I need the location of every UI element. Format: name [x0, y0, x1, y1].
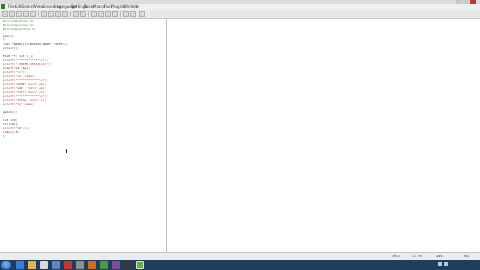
status-length: 2814 [392, 254, 400, 258]
code-line: getch(); [3, 110, 18, 114]
copy-icon[interactable] [55, 11, 61, 17]
paste-icon[interactable] [62, 11, 68, 17]
taskbar [0, 260, 480, 270]
internet-explorer-icon[interactable] [16, 261, 24, 269]
toolbar [0, 10, 480, 19]
toolbar-separator [70, 11, 71, 17]
file-explorer-icon[interactable] [28, 261, 36, 269]
app-icon[interactable] [88, 261, 96, 269]
show-all-chars-icon[interactable] [130, 11, 136, 17]
app-icon[interactable] [52, 261, 60, 269]
word-wrap-icon[interactable] [123, 11, 129, 17]
app-icon[interactable] [76, 261, 84, 269]
editor-pane-left[interactable]: #include<stdio.h> #include<conio.h> #inc… [0, 19, 167, 252]
code-line: { [3, 37, 5, 41]
network-icon[interactable] [438, 262, 442, 266]
undo-icon[interactable] [73, 11, 79, 17]
app-icon[interactable] [124, 261, 132, 269]
volume-icon[interactable] [444, 262, 448, 266]
code-line: return 0; [3, 130, 20, 134]
editor-pane-right[interactable] [167, 19, 480, 252]
new-file-icon[interactable] [2, 11, 8, 17]
app-icon [1, 4, 5, 9]
print-icon[interactable] [41, 11, 47, 17]
status-bar: 2814 Ln : 35 ANSI INS [0, 252, 480, 260]
media-player-icon[interactable] [40, 261, 48, 269]
status-encoding: ANSI [436, 254, 444, 258]
record-macro-icon[interactable] [139, 11, 145, 17]
status-mode: INS [464, 254, 470, 258]
toolbar-separator [120, 11, 121, 17]
app-icon[interactable] [100, 261, 108, 269]
replace-icon[interactable] [98, 11, 104, 17]
start-button[interactable] [1, 261, 11, 269]
code-line: printf("%s",name); [3, 102, 36, 106]
cut-icon[interactable] [48, 11, 54, 17]
notepad-plus-plus-icon[interactable] [136, 261, 144, 269]
save-all-icon[interactable] [23, 11, 29, 17]
toolbar-separator [38, 11, 39, 17]
zoom-in-icon[interactable] [105, 11, 111, 17]
text-caret [66, 149, 67, 153]
app-icon[interactable] [112, 261, 120, 269]
close-file-icon[interactable] [30, 11, 36, 17]
zoom-out-icon[interactable] [112, 11, 118, 17]
open-file-icon[interactable] [9, 11, 15, 17]
find-icon[interactable] [91, 11, 97, 17]
code-line: #include<stdlib.h> [3, 27, 36, 31]
toolbar-separator [88, 11, 89, 17]
status-lines: Ln : 35 [412, 254, 423, 258]
code-line: clrscr(); [3, 46, 20, 50]
code-line: } [3, 134, 5, 138]
redo-icon[interactable] [80, 11, 86, 17]
app-icon[interactable] [64, 261, 72, 269]
save-icon[interactable] [16, 11, 22, 17]
